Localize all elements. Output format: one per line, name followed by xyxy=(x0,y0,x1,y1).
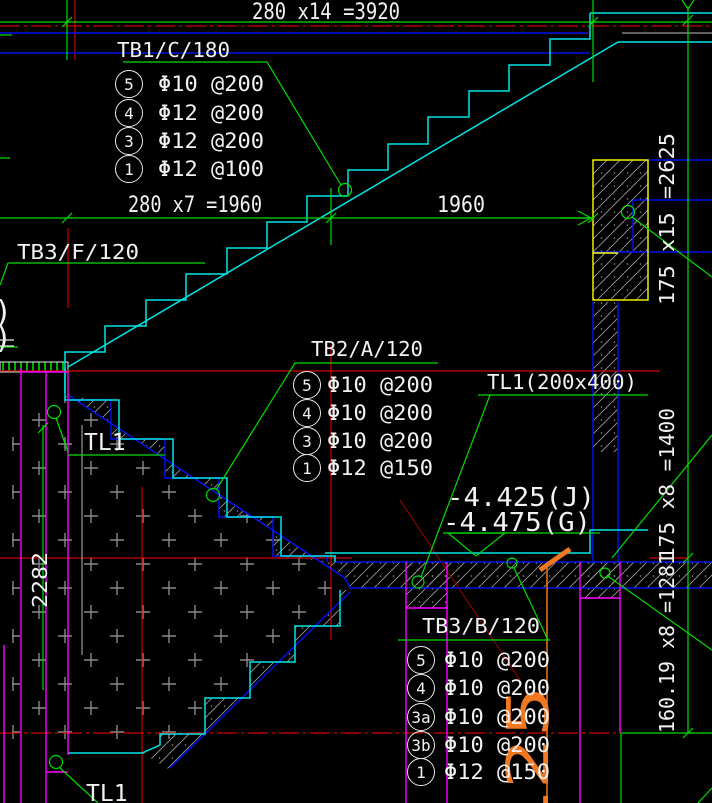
callout-spec: Φ12 @100 xyxy=(158,157,264,181)
callout-num: 4 xyxy=(124,104,134,123)
callout-num: 5 xyxy=(302,376,312,395)
callout-num: 1 xyxy=(302,459,312,478)
elevation-lower-label: -4.475(G) xyxy=(443,508,591,538)
soil-fill-cross-hatch xyxy=(12,396,350,762)
dim-mid-right-label: 1960 xyxy=(437,193,485,218)
callout-num: 3 xyxy=(302,432,312,451)
callout-spec: Φ10 @200 xyxy=(327,401,433,425)
callout-num: 1 xyxy=(416,763,426,782)
edge-partial-glyph-b: ) xyxy=(0,321,12,356)
callout-num: 5 xyxy=(416,651,426,670)
callout-spec: Φ12 @150 xyxy=(327,456,433,480)
callout-num: 5 xyxy=(124,75,134,94)
tl1-beam-label: TL1(200x400) xyxy=(487,370,637,394)
cad-canvas: 280 x14 =3920 280 x7 =1960 1960 175 x15 … xyxy=(0,0,712,803)
tl1-left-label: TL1 xyxy=(84,430,126,456)
top-slab-lines xyxy=(0,32,590,54)
callout-spec: Φ10 @200 xyxy=(444,676,550,700)
dim-right-mid-label: 175 x8 =1400 xyxy=(655,408,679,560)
rebar-callout-tb3b: 5 4 3a 3b 1 Φ10 @200 Φ10 @200 Φ10 @200 Φ… xyxy=(407,646,550,786)
callout-spec: Φ12 @150 xyxy=(444,760,550,784)
callout-spec: Φ10 @200 xyxy=(327,429,433,453)
callout-spec: Φ10 @200 xyxy=(444,648,550,672)
right-wall-lines xyxy=(579,562,621,803)
column-hatch xyxy=(593,160,648,300)
dim-top-label: 280 x14 =3920 xyxy=(252,0,400,25)
callout-num: 3b xyxy=(411,736,430,755)
callout-num: 3a xyxy=(411,708,430,727)
callout-spec: Φ10 @200 xyxy=(327,373,433,397)
tb1-marker-circle xyxy=(337,182,353,198)
tb3b-label: TB3/B/120 xyxy=(422,614,540,638)
tb2-label: TB2/A/120 xyxy=(311,337,423,361)
stair-section-drawing: 280 x14 =3920 280 x7 =1960 1960 175 x15 … xyxy=(0,0,712,803)
tl1-bottom-label: TL1 xyxy=(86,781,128,803)
callout-num: 4 xyxy=(416,679,426,698)
column-section-arrow xyxy=(560,210,592,226)
rebar-callout-tb2: 5 4 3 1 Φ10 @200 Φ10 @200 Φ10 @200 Φ12 @… xyxy=(293,371,433,482)
callout-spec: Φ10 @200 xyxy=(158,72,264,96)
callout-spec: Φ10 @200 xyxy=(444,705,550,729)
tb3f-leader xyxy=(0,262,205,286)
dim-right-bottom-label: 160.19 x8 =1281 xyxy=(655,553,679,733)
dim-right-top-label: 175 x15 =2625 xyxy=(655,133,679,305)
dim-mid-left-label: 280 x7 =1960 xyxy=(128,193,262,218)
callout-num: 4 xyxy=(302,404,312,423)
dim-left-label: 2282 xyxy=(28,552,52,608)
callout-spec: Φ12 @200 xyxy=(158,101,264,125)
callout-spec: Φ12 @200 xyxy=(158,129,264,153)
callout-spec: Φ10 @200 xyxy=(444,733,550,757)
tl1-bottom-marker-circle xyxy=(48,754,64,770)
rebar-callout-tb1: 5 4 3 1 Φ10 @200 Φ12 @200 Φ12 @200 Φ12 @… xyxy=(115,70,264,183)
callout-num: 1 xyxy=(124,160,134,179)
callout-num: 3 xyxy=(124,132,134,151)
tb1-label: TB1/C/180 xyxy=(117,38,230,62)
tb3f-label: TB3/F/120 xyxy=(17,240,139,264)
